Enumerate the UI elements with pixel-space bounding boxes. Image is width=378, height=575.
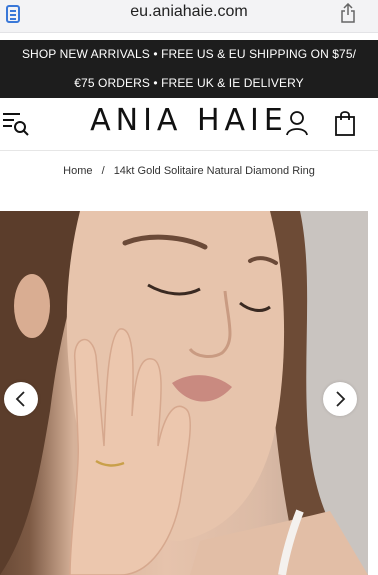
gallery-prev-button[interactable] bbox=[4, 382, 38, 416]
bag-icon[interactable] bbox=[334, 110, 356, 136]
browser-url-bar[interactable]: eu.aniahaie.com bbox=[0, 0, 378, 33]
site-header: ANIA HAIE bbox=[0, 98, 378, 151]
breadcrumb: Home / 14kt Gold Solitaire Natural Diamo… bbox=[0, 165, 378, 177]
breadcrumb-home[interactable]: Home bbox=[63, 165, 92, 177]
chevron-right-icon bbox=[336, 391, 346, 407]
breadcrumb-separator: / bbox=[101, 165, 105, 177]
product-image[interactable] bbox=[0, 211, 368, 575]
breadcrumb-current: 14kt Gold Solitaire Natural Diamond Ring bbox=[113, 165, 315, 177]
chevron-left-icon bbox=[15, 391, 25, 407]
brand-logo[interactable]: ANIA HAIE bbox=[0, 103, 378, 138]
announcement-line-1: SHOP NEW ARRIVALS • FREE US & EU SHIPPIN… bbox=[21, 47, 357, 61]
announcement-bar[interactable]: SHOP NEW ARRIVALS • FREE US & EU SHIPPIN… bbox=[0, 40, 378, 98]
announcement-line-2: €75 ORDERS • FREE UK & IE DELIVERY bbox=[74, 76, 304, 90]
share-icon[interactable] bbox=[340, 3, 356, 23]
account-icon[interactable] bbox=[285, 110, 309, 136]
gallery-next-button[interactable] bbox=[323, 382, 357, 416]
model-photo-illustration bbox=[0, 211, 368, 575]
url-text[interactable]: eu.aniahaie.com bbox=[0, 3, 378, 21]
